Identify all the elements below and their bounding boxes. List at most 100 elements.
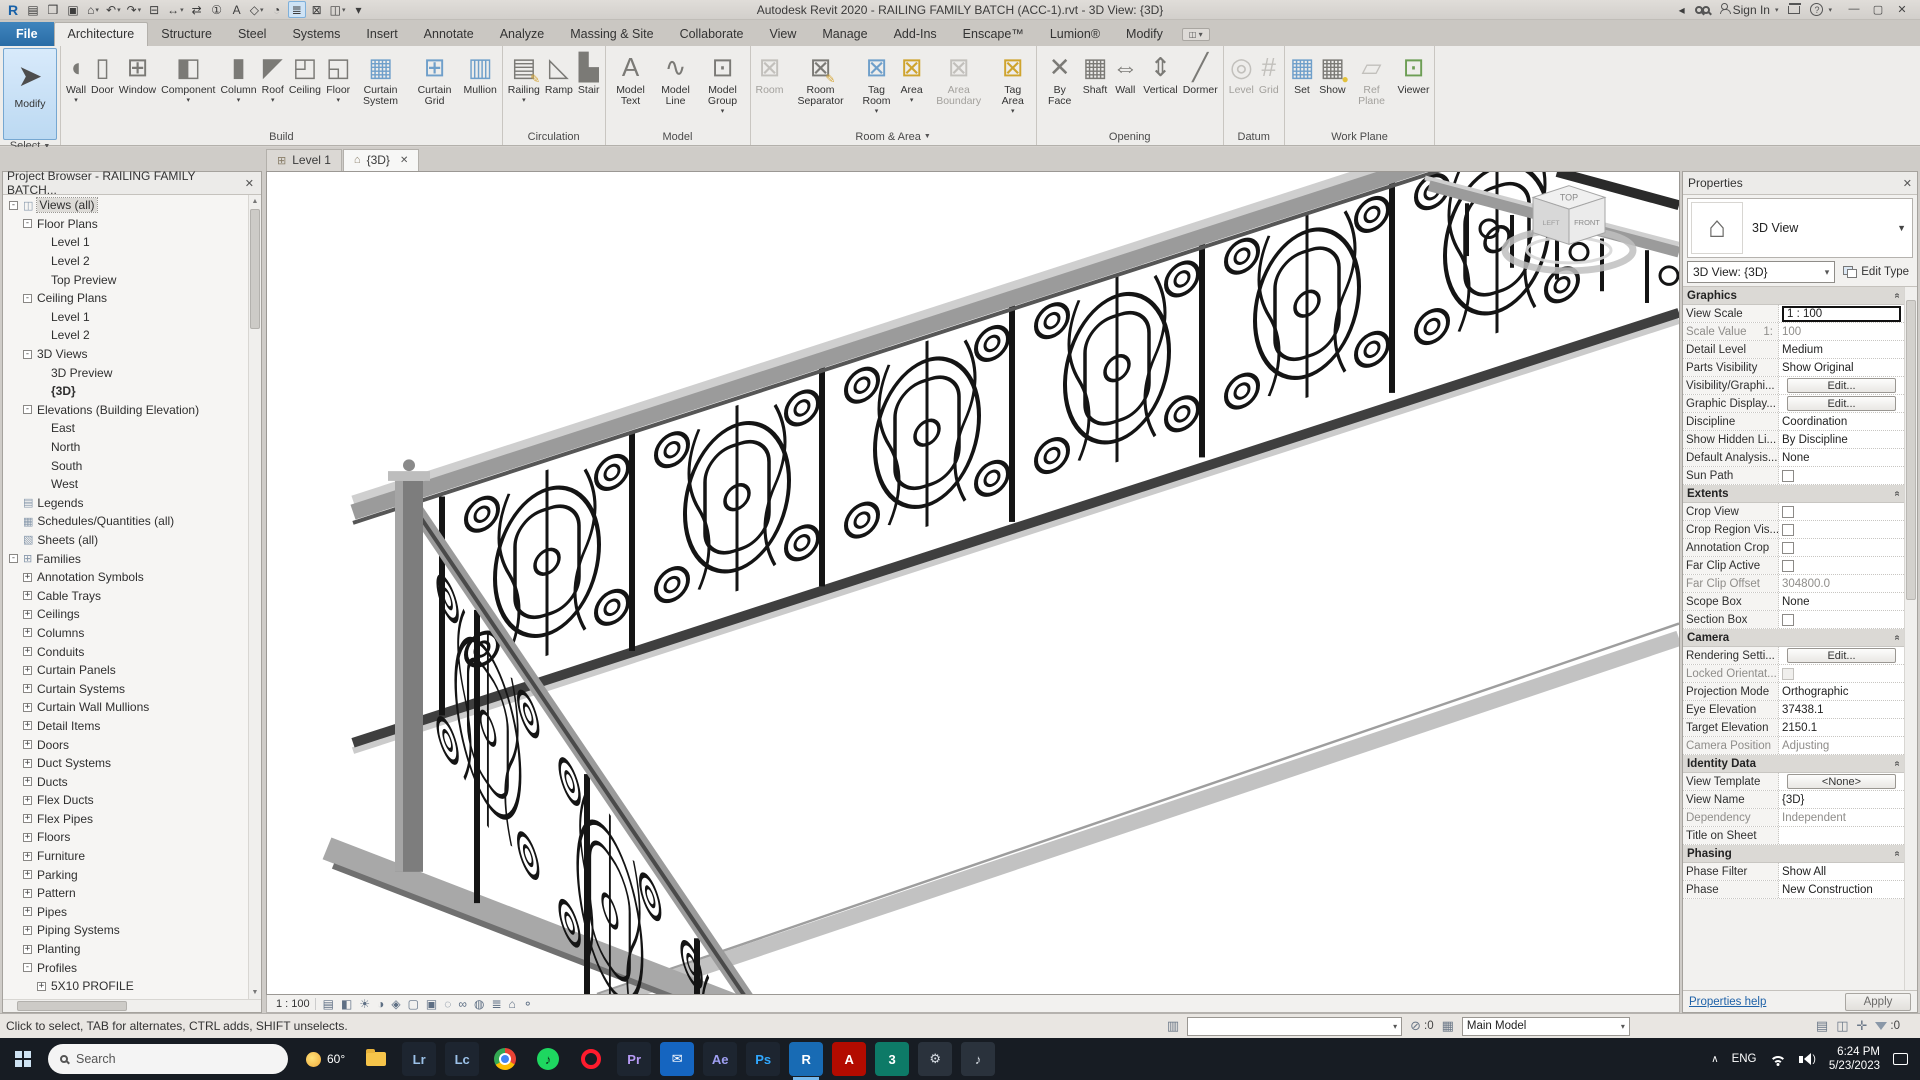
taskbar-search[interactable]: Search xyxy=(48,1044,288,1074)
constraints-icon[interactable]: ⚬ xyxy=(523,998,533,1010)
area-button[interactable]: ⊠ Area ▾ xyxy=(899,48,925,105)
collapse-chevron-icon[interactable]: « xyxy=(1892,635,1903,641)
collapse-icon[interactable]: - xyxy=(23,349,32,359)
sign-in-button[interactable]: Sign In ▾ xyxy=(1719,3,1778,17)
tree-item[interactable]: ▤ Legends xyxy=(3,494,261,513)
property-value[interactable] xyxy=(1779,467,1904,484)
opening-by-face-button[interactable]: ✕ By Face xyxy=(1040,48,1080,108)
project-browser-hscrollbar[interactable] xyxy=(3,999,261,1012)
after-effects-icon[interactable]: Ae xyxy=(703,1042,738,1076)
close-button[interactable]: ✕ xyxy=(1890,3,1914,16)
property-value[interactable]: 100 xyxy=(1779,323,1904,340)
collapse-icon[interactable]: - xyxy=(23,963,32,973)
property-value[interactable] xyxy=(1779,557,1904,574)
tree-item[interactable]: West xyxy=(3,475,261,494)
tree-item[interactable]: + Conduits xyxy=(3,642,261,661)
collapse-chevron-icon[interactable]: « xyxy=(1892,293,1903,299)
lock-3d-view-icon[interactable]: ◌ xyxy=(444,998,451,1010)
open-icon[interactable]: ❒ xyxy=(44,1,62,18)
expand-icon[interactable]: + xyxy=(23,795,32,805)
tree-item[interactable]: + Ducts xyxy=(3,772,261,791)
tree-item[interactable]: + Cable Trays xyxy=(3,586,261,605)
property-value[interactable]: None xyxy=(1779,593,1904,610)
tree-item[interactable]: 3D Preview xyxy=(3,363,261,382)
dormer-opening-button[interactable]: ╱ Dormer xyxy=(1181,48,1220,97)
tree-item[interactable]: +5X10 PROFILE xyxy=(3,977,261,996)
expand-icon[interactable]: + xyxy=(23,907,32,917)
visual-style-icon[interactable]: ◧ xyxy=(341,998,352,1010)
thin-lines-icon[interactable]: ≣ xyxy=(287,1,306,18)
section-header-phasing[interactable]: Phasing « xyxy=(1683,845,1904,863)
editable-only-icon[interactable]: ◫ xyxy=(1836,1018,1848,1034)
opera-icon[interactable] xyxy=(574,1042,608,1076)
design-option-combo[interactable]: Main Model ▾ xyxy=(1461,1016,1630,1036)
tree-item[interactable]: Top Preview xyxy=(3,270,261,289)
tab-modify[interactable]: Modify xyxy=(1113,23,1176,46)
collapse-chevron-icon[interactable]: « xyxy=(1892,491,1903,497)
tree-item[interactable]: ▦ Schedules/Quantities (all) xyxy=(3,512,261,531)
tree-item[interactable]: + Annotation Symbols xyxy=(3,568,261,587)
tag-room-button[interactable]: ⊠ Tag Room ▾ xyxy=(856,48,898,116)
language-indicator[interactable]: ENG xyxy=(1732,1053,1757,1065)
window-button[interactable]: ⊞ Window xyxy=(117,48,158,97)
expand-icon[interactable]: + xyxy=(23,832,32,842)
default-3d-view-icon[interactable]: ◇ ▾ xyxy=(248,1,266,18)
premiere-icon[interactable]: Pr xyxy=(617,1042,652,1076)
notification-center-icon[interactable] xyxy=(1893,1053,1908,1065)
viewcube-top-label[interactable]: TOP xyxy=(1560,192,1578,202)
property-value[interactable] xyxy=(1779,611,1904,628)
help-button[interactable]: ? ▾ xyxy=(1810,3,1832,16)
apply-button[interactable]: Apply xyxy=(1845,992,1911,1011)
expand-icon[interactable]: + xyxy=(23,702,32,712)
tree-item[interactable]: -3D Views xyxy=(3,345,261,364)
minimize-button[interactable]: — xyxy=(1842,3,1866,16)
crop-view-checkbox[interactable] xyxy=(1782,505,1794,518)
room-separator-button[interactable]: ⊠ ✎ Room Separator xyxy=(787,48,855,108)
shaft-opening-button[interactable]: ▦ Shaft xyxy=(1081,48,1110,97)
tab-structure[interactable]: Structure xyxy=(148,23,225,46)
property-value[interactable]: <None> xyxy=(1779,773,1904,790)
tab-file[interactable]: File xyxy=(0,22,54,46)
undo-icon[interactable]: ↶ ▾ xyxy=(104,1,123,18)
property-value[interactable]: By Discipline xyxy=(1779,431,1904,448)
tab-insert[interactable]: Insert xyxy=(353,23,410,46)
viewcube-front-label[interactable]: FRONT xyxy=(1574,218,1600,227)
collapse-chevron-icon[interactable]: « xyxy=(1892,761,1903,767)
chevron-down-icon[interactable]: ▼ xyxy=(1897,223,1912,233)
sun-path-icon[interactable]: ☀ xyxy=(359,998,370,1010)
tree-item[interactable]: + Curtain Panels xyxy=(3,661,261,680)
app-lr-icon[interactable]: Lr xyxy=(402,1042,437,1076)
viewcube-left-label[interactable]: LEFT xyxy=(1542,220,1560,227)
expand-icon[interactable]: + xyxy=(23,758,32,768)
expand-icon[interactable]: + xyxy=(23,851,32,861)
tree-item[interactable]: + Pipes xyxy=(3,903,261,922)
detail-level-icon[interactable]: ▤ xyxy=(323,998,334,1010)
property-value[interactable]: Show Original xyxy=(1779,359,1904,376)
edit-type-button[interactable]: Edit Type xyxy=(1839,264,1913,280)
tab-architecture[interactable]: Architecture xyxy=(53,22,149,46)
wifi-icon[interactable] xyxy=(1769,1053,1787,1066)
tree-item[interactable]: - Floor Plans xyxy=(3,215,261,234)
curtain-grid-button[interactable]: ⊞ Curtain Grid xyxy=(409,48,461,108)
railing-button[interactable]: ▤ ✎ Railing ▾ xyxy=(506,48,542,105)
roof-button[interactable]: ◤ Roof ▾ xyxy=(260,48,286,105)
mullion-button[interactable]: ▥ Mullion xyxy=(462,48,499,97)
expand-icon[interactable]: + xyxy=(23,888,32,898)
property-value[interactable]: Edit... xyxy=(1779,395,1904,412)
selection-filter[interactable]: :0 xyxy=(1875,1020,1900,1032)
expand-icon[interactable]: + xyxy=(23,721,32,731)
tab-steel[interactable]: Steel xyxy=(225,23,280,46)
tree-item[interactable]: - ◫ Views (all) xyxy=(3,196,261,215)
model-text-button[interactable]: A Model Text xyxy=(609,48,653,108)
spotify-icon[interactable]: ♪ xyxy=(531,1042,565,1076)
collapse-icon[interactable]: - xyxy=(9,554,18,564)
photoshop-icon[interactable]: Ps xyxy=(746,1042,781,1076)
property-value[interactable]: Show All xyxy=(1779,863,1904,880)
expand-icon[interactable]: + xyxy=(23,870,32,880)
model-line-button[interactable]: ∿ Model Line xyxy=(654,48,698,108)
expand-icon[interactable]: + xyxy=(23,925,32,935)
collapse-icon[interactable]: - xyxy=(23,293,32,303)
settings-icon[interactable]: ⚙ xyxy=(918,1042,953,1076)
tag-area-button[interactable]: ⊠ Tag Area ▾ xyxy=(993,48,1033,116)
expand-icon[interactable]: + xyxy=(23,628,32,638)
